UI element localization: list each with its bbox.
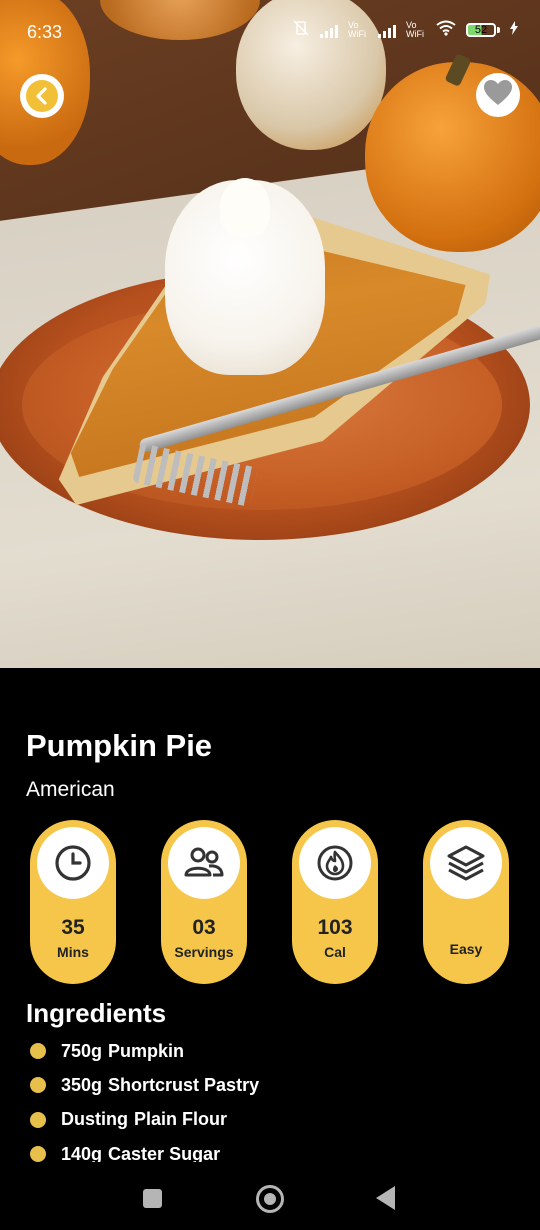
ingredient-quantity: 350g	[61, 1074, 103, 1095]
clock-icon	[37, 827, 109, 899]
bullet-icon	[30, 1043, 46, 1060]
chevron-left-icon	[26, 80, 58, 112]
home-button[interactable]	[256, 1185, 284, 1213]
ingredients-list: 750g Pumpkin 350g Shortcrust Pastry Dustin…	[30, 1034, 259, 1171]
vowifi-label: Vo WiFi	[406, 19, 424, 39]
status-bar: 6:33 Vo WiFi Vo WiFi 52	[0, 0, 540, 62]
recents-button[interactable]	[143, 1189, 162, 1208]
stat-value: 35	[61, 916, 85, 939]
vowifi-label: Vo WiFi	[348, 19, 366, 39]
layers-icon	[430, 827, 502, 899]
stat-difficulty: Easy	[423, 820, 509, 984]
stat-unit: Mins	[57, 944, 89, 960]
stat-unit: Servings	[174, 944, 234, 960]
signal-icon	[320, 22, 338, 38]
stat-calories: 103 Cal	[292, 820, 378, 984]
ingredient-quantity: 750g	[61, 1040, 103, 1061]
bullet-icon	[30, 1111, 46, 1128]
users-icon	[168, 827, 240, 899]
bullet-icon	[30, 1077, 46, 1094]
back-button[interactable]	[20, 74, 64, 118]
vibrate-off-icon	[292, 20, 310, 39]
system-back-button[interactable]	[376, 1186, 395, 1210]
recipe-stats: 35 Mins 03 Servings 103 Cal Easy	[30, 820, 510, 985]
favorite-button[interactable]	[476, 73, 520, 117]
flame-icon	[299, 827, 371, 899]
system-navigation-bar	[0, 1162, 540, 1230]
battery-icon: 52	[466, 22, 500, 37]
charging-icon	[510, 21, 518, 38]
status-icons: Vo WiFi Vo WiFi 52	[292, 20, 518, 39]
ingredient-name: Shortcrust Pastry	[108, 1074, 260, 1095]
heart-icon	[483, 79, 513, 112]
ingredient-name: Pumpkin	[108, 1040, 185, 1061]
ingredient-quantity: Dusting	[61, 1109, 128, 1130]
stat-unit: Cal	[324, 944, 346, 960]
signal-icon	[378, 22, 396, 38]
list-item: 350g Shortcrust Pastry	[30, 1068, 259, 1102]
recipe-cuisine: American	[26, 778, 115, 801]
recipe-hero-image	[0, 0, 540, 668]
status-time: 6:33	[27, 22, 63, 42]
stat-unit: Easy	[449, 941, 483, 957]
bullet-icon	[30, 1146, 46, 1163]
stat-servings: 03 Servings	[161, 820, 247, 984]
stat-value: 103	[317, 916, 353, 939]
whipped-cream-tip	[220, 178, 270, 238]
list-item: 750g Pumpkin	[30, 1034, 259, 1068]
ingredient-name: Plain Flour	[134, 1109, 228, 1130]
stat-value: 03	[192, 916, 216, 939]
list-item: Dusting Plain Flour	[30, 1103, 259, 1137]
wifi-icon	[436, 20, 456, 39]
stat-time: 35 Mins	[30, 820, 116, 984]
recipe-title: Pumpkin Pie	[26, 728, 213, 763]
battery-level: 52	[474, 23, 488, 36]
ingredients-heading: Ingredients	[26, 998, 167, 1028]
